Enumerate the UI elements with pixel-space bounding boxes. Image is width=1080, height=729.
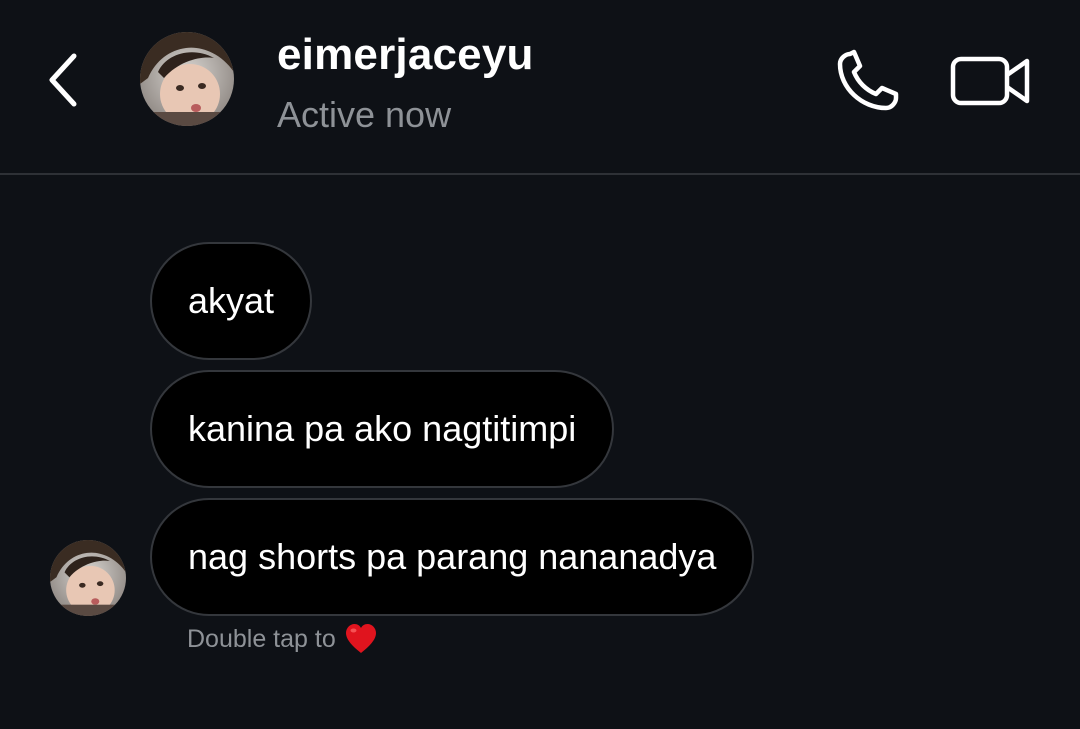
back-button[interactable] xyxy=(38,50,88,110)
avatar[interactable] xyxy=(140,32,234,126)
video-call-button[interactable] xyxy=(944,46,1038,116)
double-tap-hint: Double tap to xyxy=(187,622,378,656)
message-bubble[interactable]: akyat xyxy=(150,242,313,360)
chat-header: eimerjaceyu Active now xyxy=(0,0,1080,174)
chat-screen: eimerjaceyu Active now akyat kanina pa a… xyxy=(0,0,1080,729)
hint-text: Double tap to xyxy=(187,624,336,653)
header-divider xyxy=(0,173,1080,175)
message-bubble[interactable]: kanina pa ako nagtitimpi xyxy=(150,370,615,488)
audio-call-button[interactable] xyxy=(832,46,906,116)
video-camera-icon xyxy=(950,56,1030,106)
message-bubble[interactable]: nag shorts pa parang nananadya xyxy=(150,498,755,616)
active-status: Active now xyxy=(277,94,452,135)
phone-icon xyxy=(837,49,899,111)
sender-avatar[interactable] xyxy=(50,540,126,616)
username[interactable]: eimerjaceyu xyxy=(277,30,534,80)
heart-icon xyxy=(345,624,376,653)
chevron-left-icon xyxy=(49,53,77,107)
